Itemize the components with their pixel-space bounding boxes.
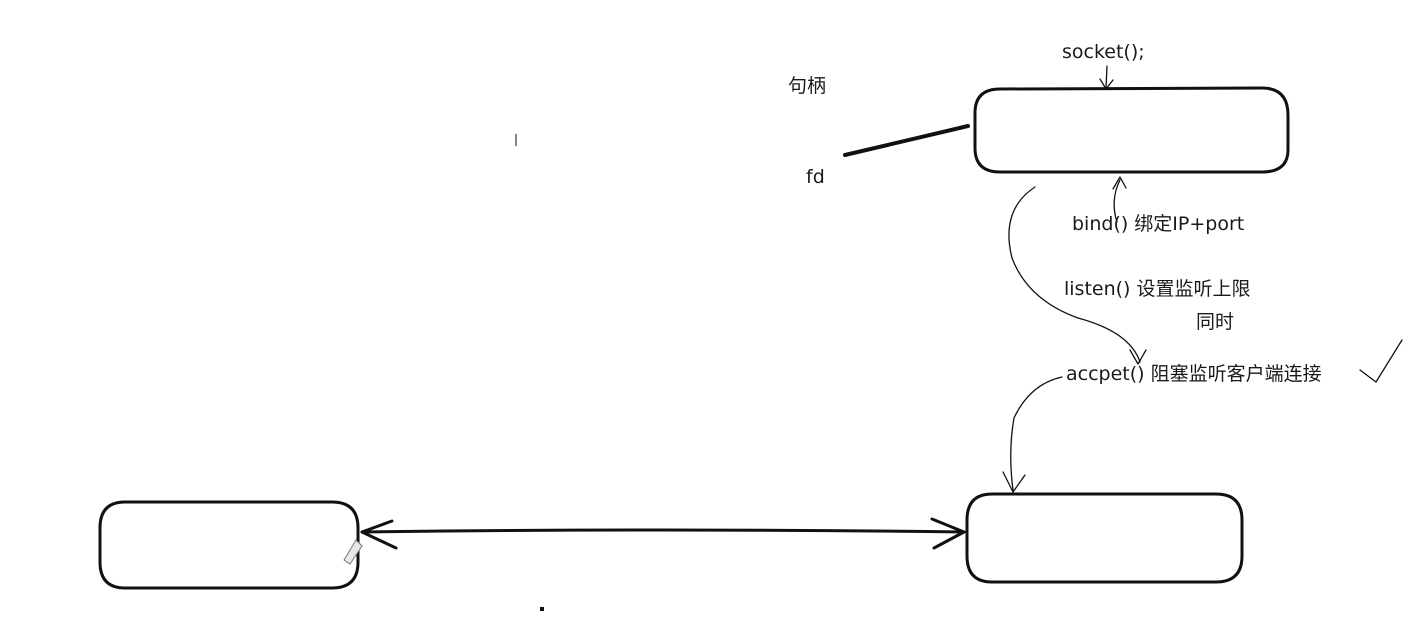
fd-label: fd [806, 166, 825, 188]
listen-label: listen() 设置监听上限 [1064, 278, 1251, 300]
accept-label: accpet() 阻塞监听客户端连接 [1066, 363, 1322, 385]
connection-box [965, 492, 1244, 584]
connection-arrowhead-right [930, 517, 966, 550]
socket-arrow [1099, 65, 1114, 90]
socket-call-label: socket(); [1062, 41, 1145, 63]
handle-label: 句柄 [788, 75, 827, 97]
connection-arrowhead-left [360, 519, 398, 550]
stray-dot [540, 607, 544, 611]
socket-box [973, 86, 1290, 174]
listen-note-label: 同时 [1196, 311, 1235, 333]
connection-line [360, 528, 966, 534]
bind-label: bind() 绑定IP+port [1072, 213, 1245, 235]
fd-pointer-line [843, 124, 970, 157]
accept-arrow [1010, 376, 1063, 491]
check-mark-icon [1359, 339, 1403, 383]
accept-arrowhead [1002, 471, 1026, 493]
client-box [98, 500, 360, 590]
